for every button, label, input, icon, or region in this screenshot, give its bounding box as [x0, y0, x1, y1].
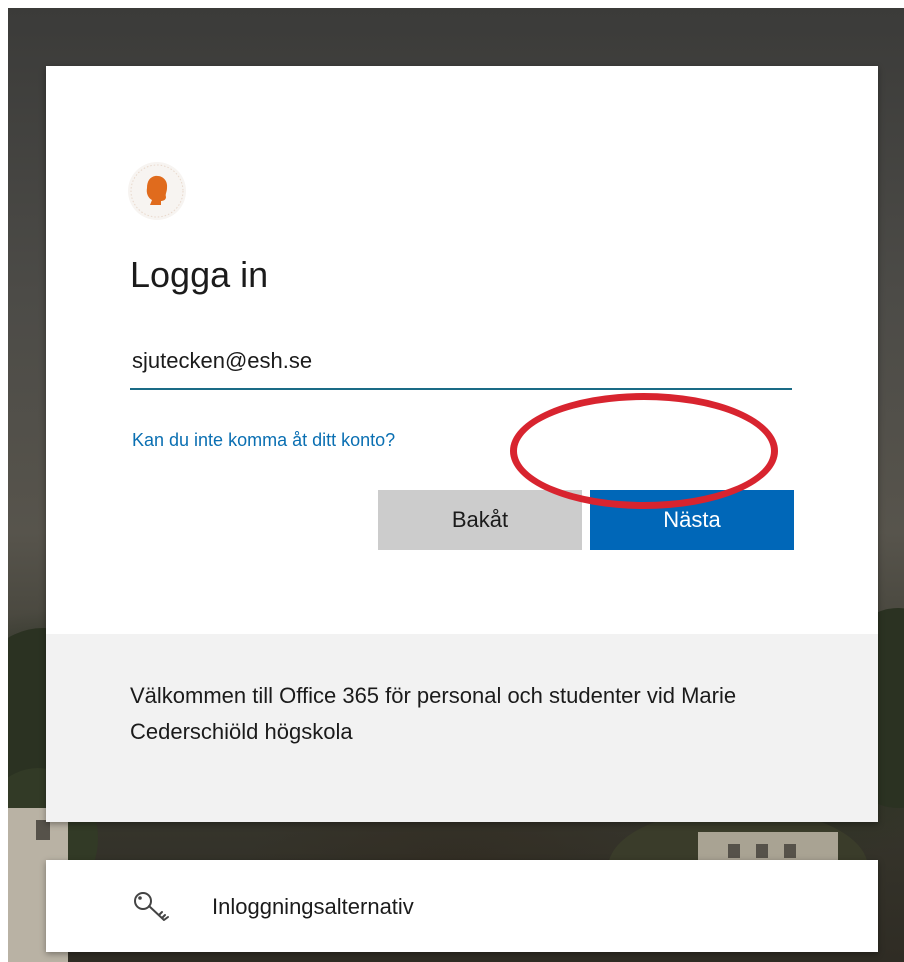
signin-options-button[interactable]: Inloggningsalternativ — [46, 860, 878, 952]
key-icon — [134, 892, 169, 921]
back-button[interactable]: Bakåt — [378, 490, 582, 550]
page-title: Logga in — [130, 254, 269, 295]
email-field-wrapper — [130, 336, 796, 390]
welcome-footer: Välkommen till Office 365 för personal o… — [46, 634, 878, 822]
signin-card: Logga in Kan du inte komma åt ditt konto… — [46, 66, 878, 822]
cant-access-account-link[interactable]: Kan du inte komma åt ditt konto? — [132, 430, 395, 451]
email-field[interactable] — [130, 336, 796, 386]
signin-options-label: Inloggningsalternativ — [212, 894, 414, 919]
welcome-text: Välkommen till Office 365 för personal o… — [130, 683, 737, 744]
next-button[interactable]: Nästa — [590, 490, 794, 550]
school-portrait-logo-icon — [128, 162, 186, 220]
